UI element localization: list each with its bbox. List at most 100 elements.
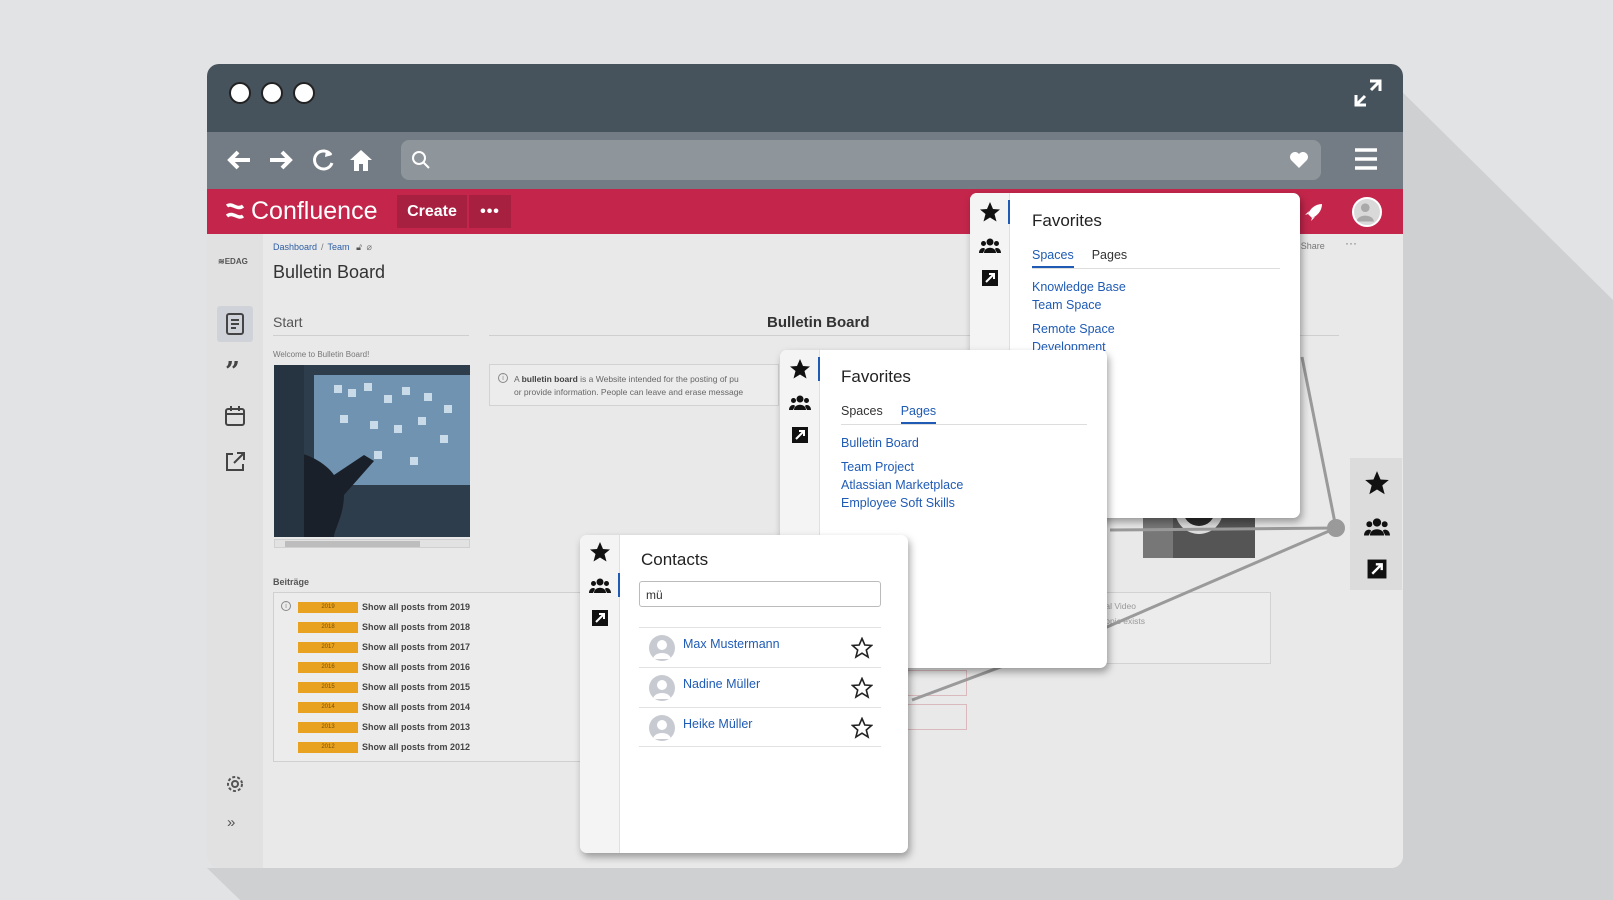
favorite-page-link[interactable]: Atlassian Marketplace — [841, 478, 963, 492]
favorite-space-link[interactable]: Remote Space — [1032, 322, 1115, 336]
contact-name[interactable]: Nadine Müller — [683, 677, 760, 691]
start-label: Start — [273, 314, 303, 330]
active-indicator — [1008, 200, 1010, 224]
menu-icon[interactable] — [1353, 146, 1379, 172]
back-arrow-icon[interactable] — [225, 146, 253, 174]
tab-pages[interactable]: Pages — [900, 404, 937, 424]
post-row[interactable]: 2014 Show all posts from 2014 — [298, 701, 470, 713]
blog-quote-icon[interactable]: ” — [223, 358, 247, 382]
favorite-page-link[interactable]: Team Project — [841, 460, 914, 474]
tab-pages[interactable]: Pages — [1092, 248, 1127, 268]
contacts-title: Contacts — [641, 550, 709, 569]
posts-box: i 2019 Show all posts from 2019 2018 Show … — [273, 592, 583, 762]
star-outline-icon[interactable] — [851, 677, 873, 699]
people-icon[interactable] — [589, 574, 611, 596]
settings-gear-icon[interactable] — [225, 774, 245, 794]
favorite-page-link[interactable]: Employee Soft Skills — [841, 496, 955, 510]
lock-icon[interactable]: 🔓︎ — [356, 242, 362, 252]
tab-spaces[interactable]: Spaces — [841, 404, 883, 424]
tab-spaces[interactable]: Spaces — [1032, 248, 1074, 268]
post-row[interactable]: 2016 Show all posts from 2016 — [298, 661, 470, 673]
photo-scrollbar[interactable] — [274, 539, 470, 548]
favorites-title: Favorites — [841, 367, 911, 386]
star-icon[interactable] — [589, 541, 611, 563]
year-tag: 2015 — [298, 681, 358, 693]
post-row[interactable]: 2019 Show all posts from 2019 — [298, 601, 470, 613]
expand-icon[interactable] — [1353, 78, 1383, 108]
people-icon[interactable] — [979, 234, 1001, 256]
star-outline-icon[interactable] — [851, 637, 873, 659]
create-button[interactable]: Create — [397, 195, 467, 228]
year-tag: 2012 — [298, 741, 358, 753]
breadcrumb: Dashboard / Team 🔓︎ ⌀ — [273, 242, 372, 252]
breadcrumb-dashboard[interactable]: Dashboard — [273, 242, 317, 252]
pages-icon[interactable] — [223, 312, 247, 336]
contacts-search-input[interactable]: mü — [639, 581, 881, 607]
star-icon[interactable] — [979, 201, 1001, 223]
posts-info-icon: i — [281, 601, 291, 611]
window-close-dot[interactable] — [229, 82, 251, 104]
heart-icon[interactable] — [1289, 151, 1309, 169]
post-row[interactable]: 2012 Show all posts from 2012 — [298, 741, 470, 753]
year-tag: 2014 — [298, 701, 358, 713]
user-icon — [653, 640, 671, 659]
address-bar[interactable] — [401, 140, 1321, 180]
post-link[interactable]: Show all posts from 2014 — [362, 702, 470, 712]
post-link[interactable]: Show all posts from 2016 — [362, 662, 470, 672]
star-outline-icon[interactable] — [851, 717, 873, 739]
scrollbar-thumb[interactable] — [285, 541, 420, 547]
contact-name[interactable]: Heike Müller — [683, 717, 752, 731]
post-link[interactable]: Show all posts from 2019 — [362, 602, 470, 612]
home-icon[interactable] — [347, 146, 375, 174]
welcome-text: Welcome to Bulletin Board! — [273, 350, 370, 359]
rocket-icon[interactable] — [1303, 201, 1325, 223]
contact-row[interactable]: Max Mustermann — [639, 627, 881, 667]
window-maximize-dot[interactable] — [293, 82, 315, 104]
post-row[interactable]: 2018 Show all posts from 2018 — [298, 621, 470, 633]
share-label: Share — [1300, 241, 1325, 251]
post-row[interactable]: 2017 Show all posts from 2017 — [298, 641, 470, 653]
link-arrow-icon[interactable] — [1364, 556, 1390, 582]
year-tag: 2013 — [298, 721, 358, 733]
star-icon[interactable] — [789, 358, 811, 380]
confluence-logo[interactable]: Confluence — [225, 196, 377, 226]
expand-sidebar-icon[interactable]: » — [227, 814, 235, 831]
breadcrumb-team[interactable]: Team — [328, 242, 350, 252]
post-link[interactable]: Show all posts from 2015 — [362, 682, 470, 692]
page-more-button[interactable]: ··· — [1345, 236, 1357, 250]
app-name: Confluence — [251, 196, 378, 225]
post-link[interactable]: Show all posts from 2013 — [362, 722, 470, 732]
link-arrow-icon[interactable] — [979, 267, 1001, 289]
window-minimize-dot[interactable] — [261, 82, 283, 104]
favorite-page-link[interactable]: Bulletin Board — [841, 436, 919, 450]
info-line-1: A bulletin board is a Website intended f… — [514, 373, 772, 386]
contact-row[interactable]: Heike Müller — [639, 707, 881, 747]
more-button[interactable]: ••• — [469, 195, 511, 228]
post-link[interactable]: Show all posts from 2018 — [362, 622, 470, 632]
info-panel: i A bulletin board is a Website intended… — [489, 364, 779, 406]
calendar-icon[interactable] — [223, 404, 247, 428]
post-row[interactable]: 2013 Show all posts from 2013 — [298, 721, 470, 733]
reload-icon[interactable] — [309, 146, 337, 174]
attachment-icon[interactable]: ⌀ — [366, 242, 371, 252]
link-arrow-icon[interactable] — [589, 607, 611, 629]
page-title: Bulletin Board — [273, 262, 386, 282]
contacts-panel: Contacts mü Max Mustermann Nadine Müller… — [580, 535, 908, 853]
star-icon[interactable] — [1364, 470, 1390, 496]
contact-name[interactable]: Max Mustermann — [683, 637, 780, 651]
post-link[interactable]: Show all posts from 2012 — [362, 742, 470, 752]
post-link[interactable]: Show all posts from 2017 — [362, 642, 470, 652]
browser-navbar — [207, 132, 1403, 189]
favorites-tabs: Spaces Pages — [1032, 248, 1145, 268]
people-icon[interactable] — [1364, 513, 1390, 539]
external-link-icon[interactable] — [223, 450, 247, 474]
user-avatar[interactable] — [1352, 197, 1382, 227]
post-row[interactable]: 2015 Show all posts from 2015 — [298, 681, 470, 693]
link-arrow-icon[interactable] — [789, 424, 811, 446]
forward-arrow-icon[interactable] — [267, 146, 295, 174]
favorite-space-link[interactable]: Knowledge Base — [1032, 280, 1126, 294]
favorite-space-link[interactable]: Team Space — [1032, 298, 1101, 312]
contact-row[interactable]: Nadine Müller — [639, 667, 881, 707]
people-icon[interactable] — [789, 391, 811, 413]
space-logo-icon[interactable]: ≋EDAG — [216, 252, 254, 268]
